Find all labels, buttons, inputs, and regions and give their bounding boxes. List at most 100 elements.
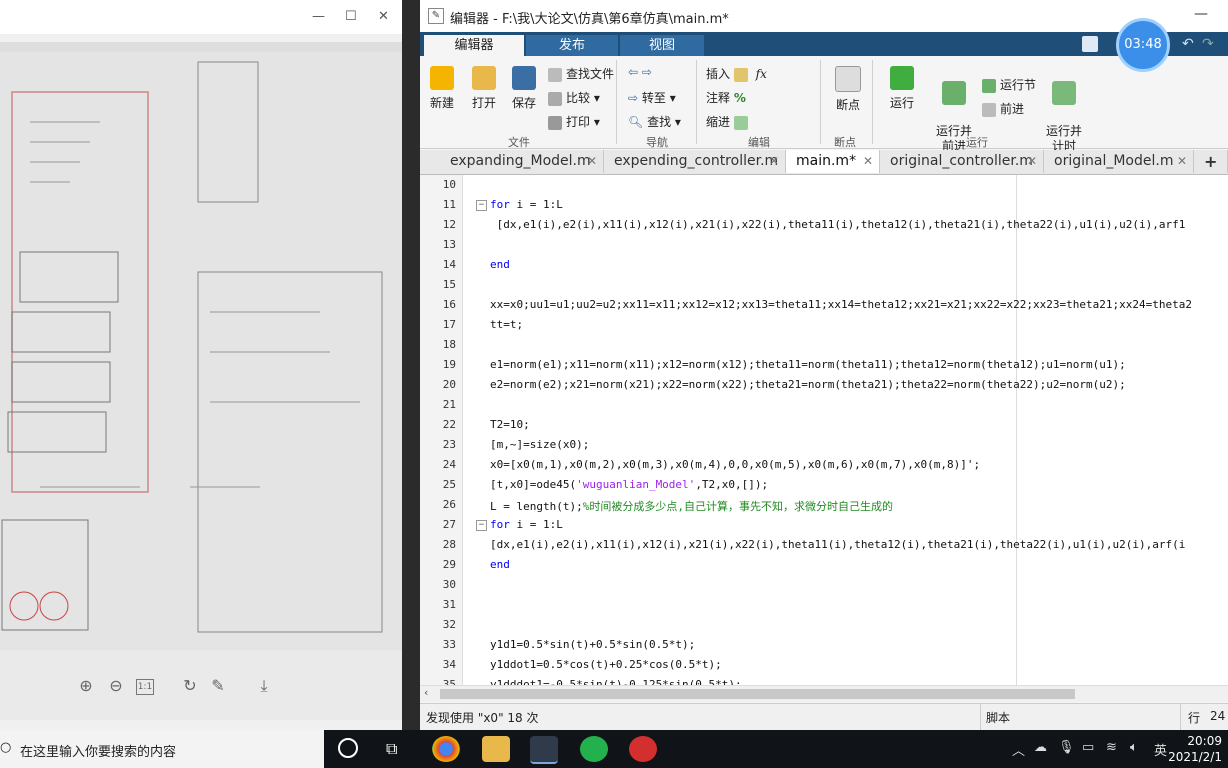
undo-icon[interactable]: ↶ — [1182, 36, 1194, 52]
rotate-icon[interactable]: ↻ — [180, 676, 200, 696]
print-button[interactable]: 打印 ▾ — [548, 113, 600, 130]
save-button[interactable]: 保存 — [508, 66, 540, 111]
editor-title: 编辑器 - F:\我\大论文\仿真\第6章仿真\main.m* — [450, 12, 729, 27]
code-line: end — [490, 258, 510, 271]
compare-button[interactable]: 比较 ▾ — [548, 89, 600, 106]
download-icon[interactable]: ⤓ — [254, 676, 274, 696]
run-timer-icon — [1052, 81, 1076, 105]
line-number: 24 — [442, 458, 456, 471]
tab-publish[interactable]: 发布 — [526, 35, 618, 56]
redo-icon[interactable]: ↷ — [1202, 36, 1214, 52]
goto-button[interactable]: ⇨ 转至 ▾ — [628, 89, 676, 106]
save-quick-icon[interactable] — [1082, 36, 1098, 52]
cortana-icon[interactable] — [338, 738, 358, 758]
run-play-icon — [890, 66, 914, 90]
code-line: e2=norm(e2);x21=norm(x21);x22=norm(x22);… — [490, 378, 1126, 391]
group-label-file: 文件 — [508, 136, 530, 149]
code-line: x0=[x0(m,1),x0(m,2),x0(m,3),x0(m,4),0,0,… — [490, 458, 981, 471]
taskbar-search[interactable]: ○ 在这里输入你要搜索的内容 — [0, 730, 324, 768]
cloud-icon[interactable]: ☁ — [1034, 740, 1047, 755]
fx-icon[interactable]: fx — [756, 67, 767, 81]
close-tab-icon[interactable]: ✕ — [863, 150, 873, 173]
line-number: 32 — [442, 618, 456, 631]
close-tab-icon[interactable]: ✕ — [587, 150, 597, 173]
zoom-in-icon[interactable]: ⊕ — [76, 676, 96, 696]
viewer-toolbar — [0, 650, 402, 720]
indent-icon — [733, 115, 748, 130]
comment-button[interactable]: 注释 % — [706, 89, 746, 106]
run-button[interactable]: 运行 — [886, 66, 918, 111]
editor-title-bar: ✎ 编辑器 - F:\我\大论文\仿真\第6章仿真\main.m* — — [420, 0, 1228, 33]
run-advance-icon — [942, 81, 966, 105]
line-label: 行 — [1188, 711, 1201, 725]
netease-music-icon[interactable] — [629, 736, 657, 762]
line-number: 23 — [442, 438, 456, 451]
line-number: 15 — [442, 278, 456, 291]
code-line: [dx,e1(i),e2(i),x11(i),x12(i),x21(i),x22… — [490, 218, 1186, 231]
scroll-thumb[interactable] — [440, 689, 1075, 699]
fold-toggle-icon[interactable]: − — [476, 200, 487, 211]
close-tab-icon[interactable]: ✕ — [769, 150, 779, 173]
chrome-icon[interactable] — [432, 736, 460, 762]
line-number: 19 — [442, 358, 456, 371]
find-button[interactable]: 🔍︎ 查找 ▾ — [628, 113, 681, 130]
close-tab-icon[interactable]: ✕ — [1177, 150, 1187, 173]
new-button[interactable]: 新建 — [426, 66, 458, 111]
wechat-icon[interactable] — [580, 736, 608, 762]
search-icon: ○ — [0, 740, 12, 755]
advance-button[interactable]: 前进 — [982, 100, 1024, 117]
add-tab-button[interactable]: + — [1194, 150, 1228, 173]
tab-main[interactable]: main.m* ✕ — [786, 150, 880, 173]
fold-toggle-icon[interactable]: − — [476, 520, 487, 531]
run-and-time-button[interactable]: 运行并 计时 — [1044, 66, 1084, 154]
goto-arrow-icon: ⇨ — [628, 91, 639, 105]
edit-pen-icon[interactable]: ✎ — [208, 676, 228, 696]
tab-original-controller[interactable]: original_controller.m ✕ — [880, 150, 1044, 173]
maximize-button[interactable]: ☐ — [345, 9, 357, 24]
indent-button[interactable]: 缩进 — [706, 113, 752, 130]
tab-original-model[interactable]: original_Model.m ✕ — [1044, 150, 1194, 173]
battery-icon[interactable]: ▭ — [1082, 740, 1094, 755]
wifi-icon[interactable]: ≋ — [1106, 740, 1117, 755]
editor-icon: ✎ — [428, 8, 444, 24]
minimize-button[interactable]: — — [1194, 6, 1208, 22]
search-placeholder: 在这里输入你要搜索的内容 — [20, 745, 177, 760]
clock[interactable]: 20:09 2021/2/1 — [1168, 733, 1222, 765]
back-forward-icons[interactable]: ⇦ ⇨ — [628, 65, 652, 79]
file-explorer-icon[interactable] — [482, 736, 510, 762]
line-number: 34 — [442, 658, 456, 671]
open-button[interactable]: 打开 — [468, 66, 500, 111]
insert-button[interactable]: 插入 fx — [706, 65, 767, 82]
microphone-icon[interactable]: 🎙︎ — [1058, 740, 1075, 755]
tab-expending-controller[interactable]: expending_controller.m ✕ — [604, 150, 786, 173]
find-files-button[interactable]: 查找文件 — [548, 65, 614, 82]
tab-editor[interactable]: 编辑器 — [424, 35, 524, 56]
group-label-nav: 导航 — [646, 136, 668, 149]
run-section-button[interactable]: 运行节 — [982, 76, 1036, 93]
task-view-icon[interactable]: ⧉ — [386, 739, 397, 759]
matlab-icon[interactable] — [530, 736, 558, 764]
run-section-icon — [982, 78, 996, 93]
tray-arrow-icon[interactable]: ︿ — [1012, 740, 1025, 759]
line-number: 22 — [442, 418, 456, 431]
actual-size-icon[interactable]: 1:1 — [136, 679, 154, 695]
breakpoints-button[interactable]: 断点 — [832, 66, 864, 113]
zoom-out-icon[interactable]: ⊖ — [106, 676, 126, 696]
code-editor[interactable]: 10 11 12 13 14 15 16 17 18 19 20 21 22 23 24 25 26 27 28 29… — [420, 175, 1228, 685]
volume-icon[interactable]: 🔈︎ — [1130, 740, 1138, 755]
tab-view[interactable]: 视图 — [620, 35, 704, 56]
minimize-button[interactable]: — — [312, 9, 325, 24]
scroll-left-icon[interactable]: ‹ — [424, 686, 428, 699]
matlab-editor-window: ✎ 编辑器 - F:\我\大论文\仿真\第6章仿真\main.m* — 编辑器 … — [420, 0, 1228, 730]
close-button[interactable]: ✕ — [378, 9, 389, 24]
horizontal-scrollbar[interactable]: ‹ — [420, 685, 1228, 702]
close-tab-icon[interactable]: ✕ — [1027, 150, 1037, 173]
line-number: 26 — [442, 498, 456, 511]
tab-expanding-model[interactable]: expanding_Model.m ✕ — [440, 150, 604, 173]
ime-indicator[interactable]: 英 — [1154, 740, 1167, 759]
code-line: T2=10; — [490, 418, 530, 431]
timer-badge[interactable]: 03:48 — [1116, 18, 1170, 72]
save-disk-icon — [512, 66, 536, 90]
group-label-run: 运行 — [966, 136, 988, 149]
clock-date: 2021/2/1 — [1168, 750, 1222, 764]
